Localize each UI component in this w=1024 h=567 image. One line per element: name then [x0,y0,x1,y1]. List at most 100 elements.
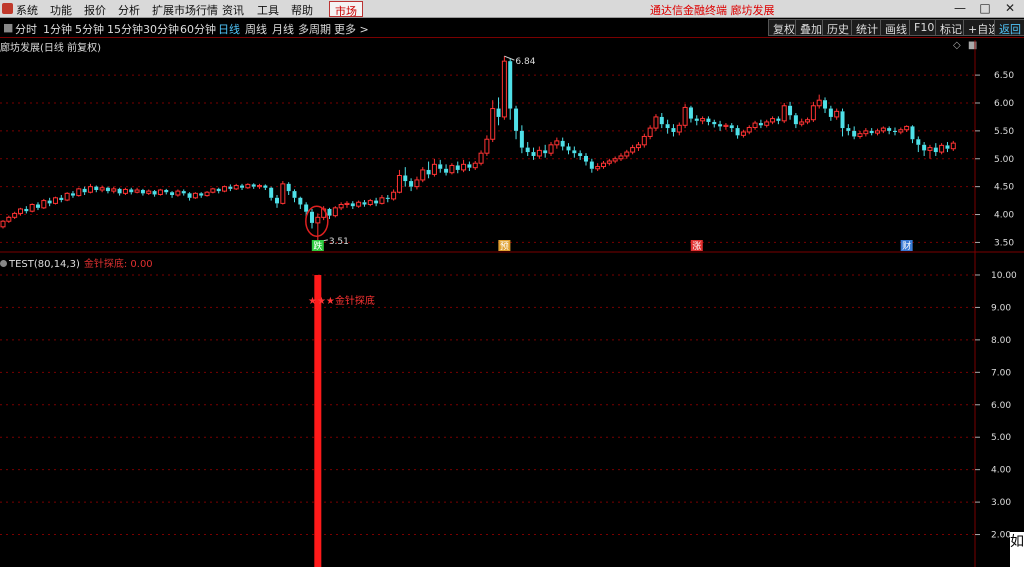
candle [572,146,577,158]
candle-body [665,124,670,129]
candle-body [374,200,379,204]
candle-body [752,122,758,129]
candle [788,101,793,120]
candle [484,135,490,156]
candle [175,189,181,197]
candle-body [531,152,536,156]
candle [222,185,228,193]
candle [694,115,699,126]
candle-body [641,135,647,146]
candle-body [403,175,408,182]
candlestick-chart[interactable]: 6.50 6.00 5.50 5.00 4.50 4.00 3.50 6.84 3.51 跌 预 涨… [0,0,1024,567]
indicator-grid [0,274,975,536]
candle [199,192,204,198]
candle [764,119,770,128]
candle [548,142,554,156]
candle-body [910,126,915,140]
signal-label: ★★★金针探底 [308,296,375,307]
candle [111,186,117,194]
candle [560,137,565,151]
candle [566,143,571,155]
candle-body [379,197,385,204]
candle-body [461,163,467,171]
candle-body [105,187,110,192]
candle [472,160,478,170]
candle [257,183,263,189]
candle [816,94,822,109]
candle [805,117,811,125]
candle-body [233,185,239,190]
candle-body [367,200,373,205]
candle-body [59,197,64,201]
event-marker-label: 财 [902,240,911,252]
candle [712,119,717,128]
candle [834,108,840,120]
candle [87,183,93,194]
candle [950,140,956,151]
candle-body [12,212,18,218]
candle [70,191,75,198]
indicator-settings-icon[interactable] [0,260,7,267]
candle [927,144,933,159]
main-tick-label: 4.00 [994,211,1014,221]
candle [630,144,636,155]
candle [665,119,670,134]
candle-body [840,111,845,129]
candle-body [659,116,664,125]
candle-body [793,115,798,125]
main-chart-grid [0,40,1024,567]
candle-body [338,203,344,209]
candle [269,186,274,201]
candle [0,220,6,229]
candle-body [852,130,857,137]
candle-body [525,147,530,153]
indicator-name[interactable]: TEST(80,14,3) [9,259,80,270]
candle-body [87,186,93,193]
main-tick-label: 6.00 [994,99,1014,109]
candle [298,196,303,209]
candle-body [391,191,397,200]
candle [781,102,787,124]
candle-body [134,189,140,193]
candle-body [309,211,314,223]
candle-body [805,119,811,123]
candle [403,167,408,187]
candle-body [788,105,793,116]
candle-body [111,188,117,192]
candle-body [467,164,472,168]
candle [898,127,904,135]
candle-body [584,155,588,162]
high-price-label: 6.84 [515,57,535,67]
candle [431,158,437,177]
candle [514,105,519,140]
indicator-y-axis: 10.00 9.00 8.00 7.00 6.00 5.00 4.00 3.00 2.00 [975,271,1017,541]
candle-body [146,190,152,194]
candle-body [606,160,612,164]
candle [584,153,588,166]
candle [385,195,390,203]
main-tick-label: 5.50 [994,127,1014,137]
candle-body [17,208,23,214]
candle [245,183,251,189]
candle [508,58,513,120]
candle [770,116,776,125]
candle [350,201,355,209]
candle-body [735,128,740,136]
indicator-value: 金针探底: 0.00 [83,259,153,270]
candle [945,142,950,153]
candle-body [210,188,216,193]
candle [706,116,711,126]
candle [356,200,362,208]
candle-body [478,152,484,164]
candle-body [420,169,426,181]
candle-body [292,191,297,198]
candle [688,105,693,123]
event-marker-label: 跌 [313,241,322,252]
candle-body [228,186,233,189]
candle [24,206,29,214]
candle [286,182,291,196]
candle-body [431,163,437,175]
candle [396,169,402,194]
candle [122,187,128,196]
candle [869,128,874,136]
